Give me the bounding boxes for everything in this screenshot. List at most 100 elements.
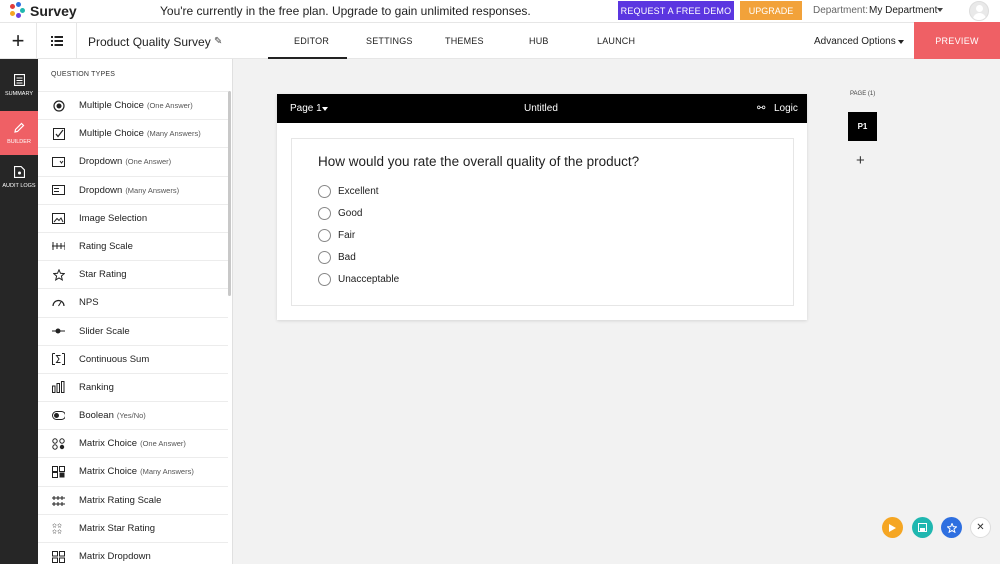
nav-summary[interactable]: SUMMARY (0, 63, 38, 107)
page-selector[interactable]: Page 1 (290, 103, 322, 114)
option-excellent[interactable]: Excellent (318, 183, 379, 199)
question-type-item[interactable]: Matrix Choice (Many Answers) (38, 457, 228, 485)
question-type-item[interactable]: Multiple Choice (One Answer) (38, 91, 228, 119)
question-panel-scrollbar[interactable] (228, 91, 231, 296)
survey-page-card: Page 1 Untitled ⚯ Logic How would you ra… (277, 94, 807, 320)
radio-button[interactable] (318, 184, 331, 198)
matrix-multi-icon (52, 465, 65, 478)
question-type-variant: (One Answer) (146, 101, 193, 110)
play-button[interactable] (882, 517, 903, 538)
question-type-label: Matrix Rating Scale (79, 495, 161, 506)
preview-button[interactable]: PREVIEW (914, 22, 1000, 60)
app-name: Survey (30, 3, 77, 19)
question-type-label: Dropdown (One Answer) (79, 156, 171, 167)
survey-title[interactable]: Product Quality Survey (88, 35, 211, 49)
option-label: Bad (338, 251, 356, 263)
department-select[interactable]: My Department (869, 5, 937, 16)
logic-icon[interactable]: ⚯ (757, 103, 765, 114)
question-type-name: Matrix Star Rating (79, 522, 156, 534)
tab-themes[interactable]: THEMES (445, 36, 484, 46)
avatar[interactable] (969, 1, 989, 21)
question-type-label: Ranking (79, 382, 114, 393)
question-type-item[interactable]: Slider Scale (38, 316, 228, 345)
page-thumbnail-p1[interactable]: P1 (848, 112, 877, 141)
question-type-item[interactable]: Ranking (38, 372, 228, 401)
question-type-name: Star Rating (79, 269, 127, 281)
dropdown-multi-icon (52, 184, 65, 197)
question-type-item[interactable]: Dropdown (Many Answers) (38, 175, 228, 204)
question-text[interactable]: How would you rate the overall quality o… (318, 154, 639, 169)
question-type-item[interactable]: Star Rating (38, 260, 228, 288)
question-block[interactable]: How would you rate the overall quality o… (291, 138, 794, 306)
upgrade-button[interactable]: UPGRADE (740, 1, 802, 20)
page-count-label: PAGE (1) (850, 91, 876, 97)
option-unacceptable[interactable]: Unacceptable (318, 271, 399, 287)
radio-button[interactable] (318, 206, 331, 220)
question-type-item[interactable]: Matrix Dropdown (38, 542, 228, 564)
survey-list-button[interactable] (37, 23, 77, 59)
advanced-options-menu[interactable]: Advanced Options (814, 36, 896, 47)
question-type-variant: (Yes/No) (116, 411, 146, 421)
close-button[interactable]: ✕ (970, 517, 991, 538)
question-type-name: Dropdown (79, 184, 123, 196)
svg-text:✩✩: ✩✩ (52, 523, 62, 530)
option-good[interactable]: Good (318, 205, 362, 221)
favorite-button[interactable] (941, 517, 962, 538)
save-button[interactable] (912, 517, 933, 538)
chevron-down-icon[interactable] (322, 107, 328, 111)
sum-icon (52, 353, 65, 366)
option-label: Fair (338, 229, 356, 241)
tab-hub[interactable]: HUB (529, 36, 549, 46)
app-logo[interactable]: Survey (8, 2, 128, 20)
question-type-item[interactable]: Rating Scale (38, 231, 228, 260)
tab-editor[interactable]: EDITOR (294, 36, 329, 46)
chevron-down-icon[interactable] (898, 40, 904, 44)
question-type-item[interactable]: Matrix Rating Scale (38, 485, 228, 514)
question-type-item[interactable]: NPS (38, 288, 228, 316)
edit-title-icon[interactable]: ✎ (214, 36, 222, 47)
question-type-item[interactable]: Matrix Choice (One Answer) (38, 429, 228, 457)
option-label: Excellent (338, 185, 379, 197)
dropdown-icon (52, 155, 65, 168)
matrix-icon (52, 437, 65, 450)
question-type-name: Matrix Choice (79, 466, 138, 478)
question-type-label: Matrix Star Rating (79, 523, 155, 534)
question-type-item[interactable]: Boolean (Yes/No) (38, 401, 228, 429)
question-type-item[interactable]: ✩✩ ✩✩ Matrix Star Rating (38, 513, 228, 542)
plan-message: You're currently in the free plan. Upgra… (160, 4, 531, 18)
option-fair[interactable]: Fair (318, 227, 355, 243)
svg-text:✩✩: ✩✩ (52, 529, 62, 535)
rating-scale-icon (52, 240, 65, 253)
question-type-item[interactable]: Dropdown (One Answer) (38, 147, 228, 175)
question-type-item[interactable]: Multiple Choice (Many Answers) (38, 119, 228, 147)
nav-bar: + Product Quality Survey ✎ EDITOR SETTIN… (0, 22, 1000, 60)
checkbox-icon (52, 127, 65, 140)
add-page-button[interactable]: + (856, 152, 865, 169)
tab-settings[interactable]: SETTINGS (366, 36, 413, 46)
logic-button[interactable]: Logic (774, 103, 798, 114)
add-survey-button[interactable]: + (0, 23, 37, 59)
option-label: Unacceptable (338, 273, 400, 285)
tab-launch[interactable]: LAUNCH (597, 36, 635, 46)
question-type-label: Matrix Choice (Many Answers) (79, 466, 194, 477)
question-types-panel: QUESTION TYPES Multiple Choice (One Answe… (38, 59, 233, 564)
question-type-item[interactable]: Continuous Sum (38, 344, 228, 373)
nav-audit-logs[interactable]: AUDIT LOGS (0, 155, 38, 199)
star-icon (946, 522, 957, 533)
radio-button[interactable] (318, 228, 331, 242)
option-bad[interactable]: Bad (318, 249, 356, 265)
save-icon (918, 523, 927, 532)
nav-builder[interactable]: BUILDER (0, 111, 38, 155)
radio-button[interactable] (318, 250, 331, 264)
question-type-item[interactable]: Image Selection (38, 203, 228, 232)
question-type-name: Multiple Choice (79, 128, 144, 140)
page-title[interactable]: Untitled (524, 103, 558, 114)
chevron-down-icon[interactable] (937, 8, 943, 12)
question-type-label: NPS (79, 297, 99, 308)
question-type-name: Image Selection (79, 212, 148, 224)
question-type-variant: (One Answer) (140, 439, 186, 449)
nav-audit-logs-label: AUDIT LOGS (2, 182, 36, 189)
ranking-icon (52, 381, 65, 394)
request-demo-button[interactable]: REQUEST A FREE DEMO (618, 1, 734, 20)
radio-button[interactable] (318, 272, 331, 286)
